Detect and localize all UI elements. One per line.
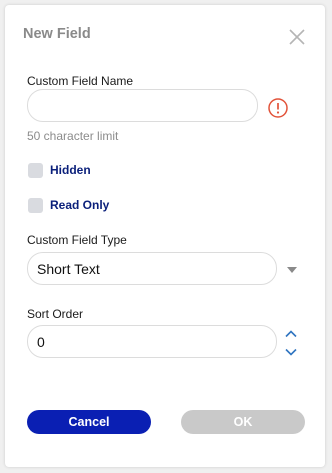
custom-field-name-input[interactable] [27,89,258,122]
decrement-icon[interactable] [284,348,298,357]
hidden-label[interactable]: Hidden [50,163,91,177]
read-only-checkbox[interactable] [28,198,43,213]
ok-button[interactable]: OK [181,410,305,434]
hidden-checkbox[interactable] [28,163,43,178]
custom-field-name-label: Custom Field Name [27,74,134,88]
increment-icon[interactable] [284,329,298,338]
close-icon[interactable] [286,26,308,48]
cancel-button[interactable]: Cancel [27,410,151,434]
sort-order-label: Sort Order [27,307,84,321]
sort-order-input[interactable] [27,325,277,358]
custom-field-type-select[interactable]: Short Text [27,252,277,285]
new-field-dialog: New Field Custom Field Name 50 character… [5,5,325,467]
character-limit-hint: 50 character limit [27,129,119,143]
custom-field-type-label: Custom Field Type [27,233,127,247]
dialog-title: New Field [23,26,91,42]
custom-field-type-value: Short Text [37,260,100,277]
read-only-label[interactable]: Read Only [50,198,109,212]
chevron-down-icon[interactable] [286,266,298,274]
warning-icon [268,98,288,118]
